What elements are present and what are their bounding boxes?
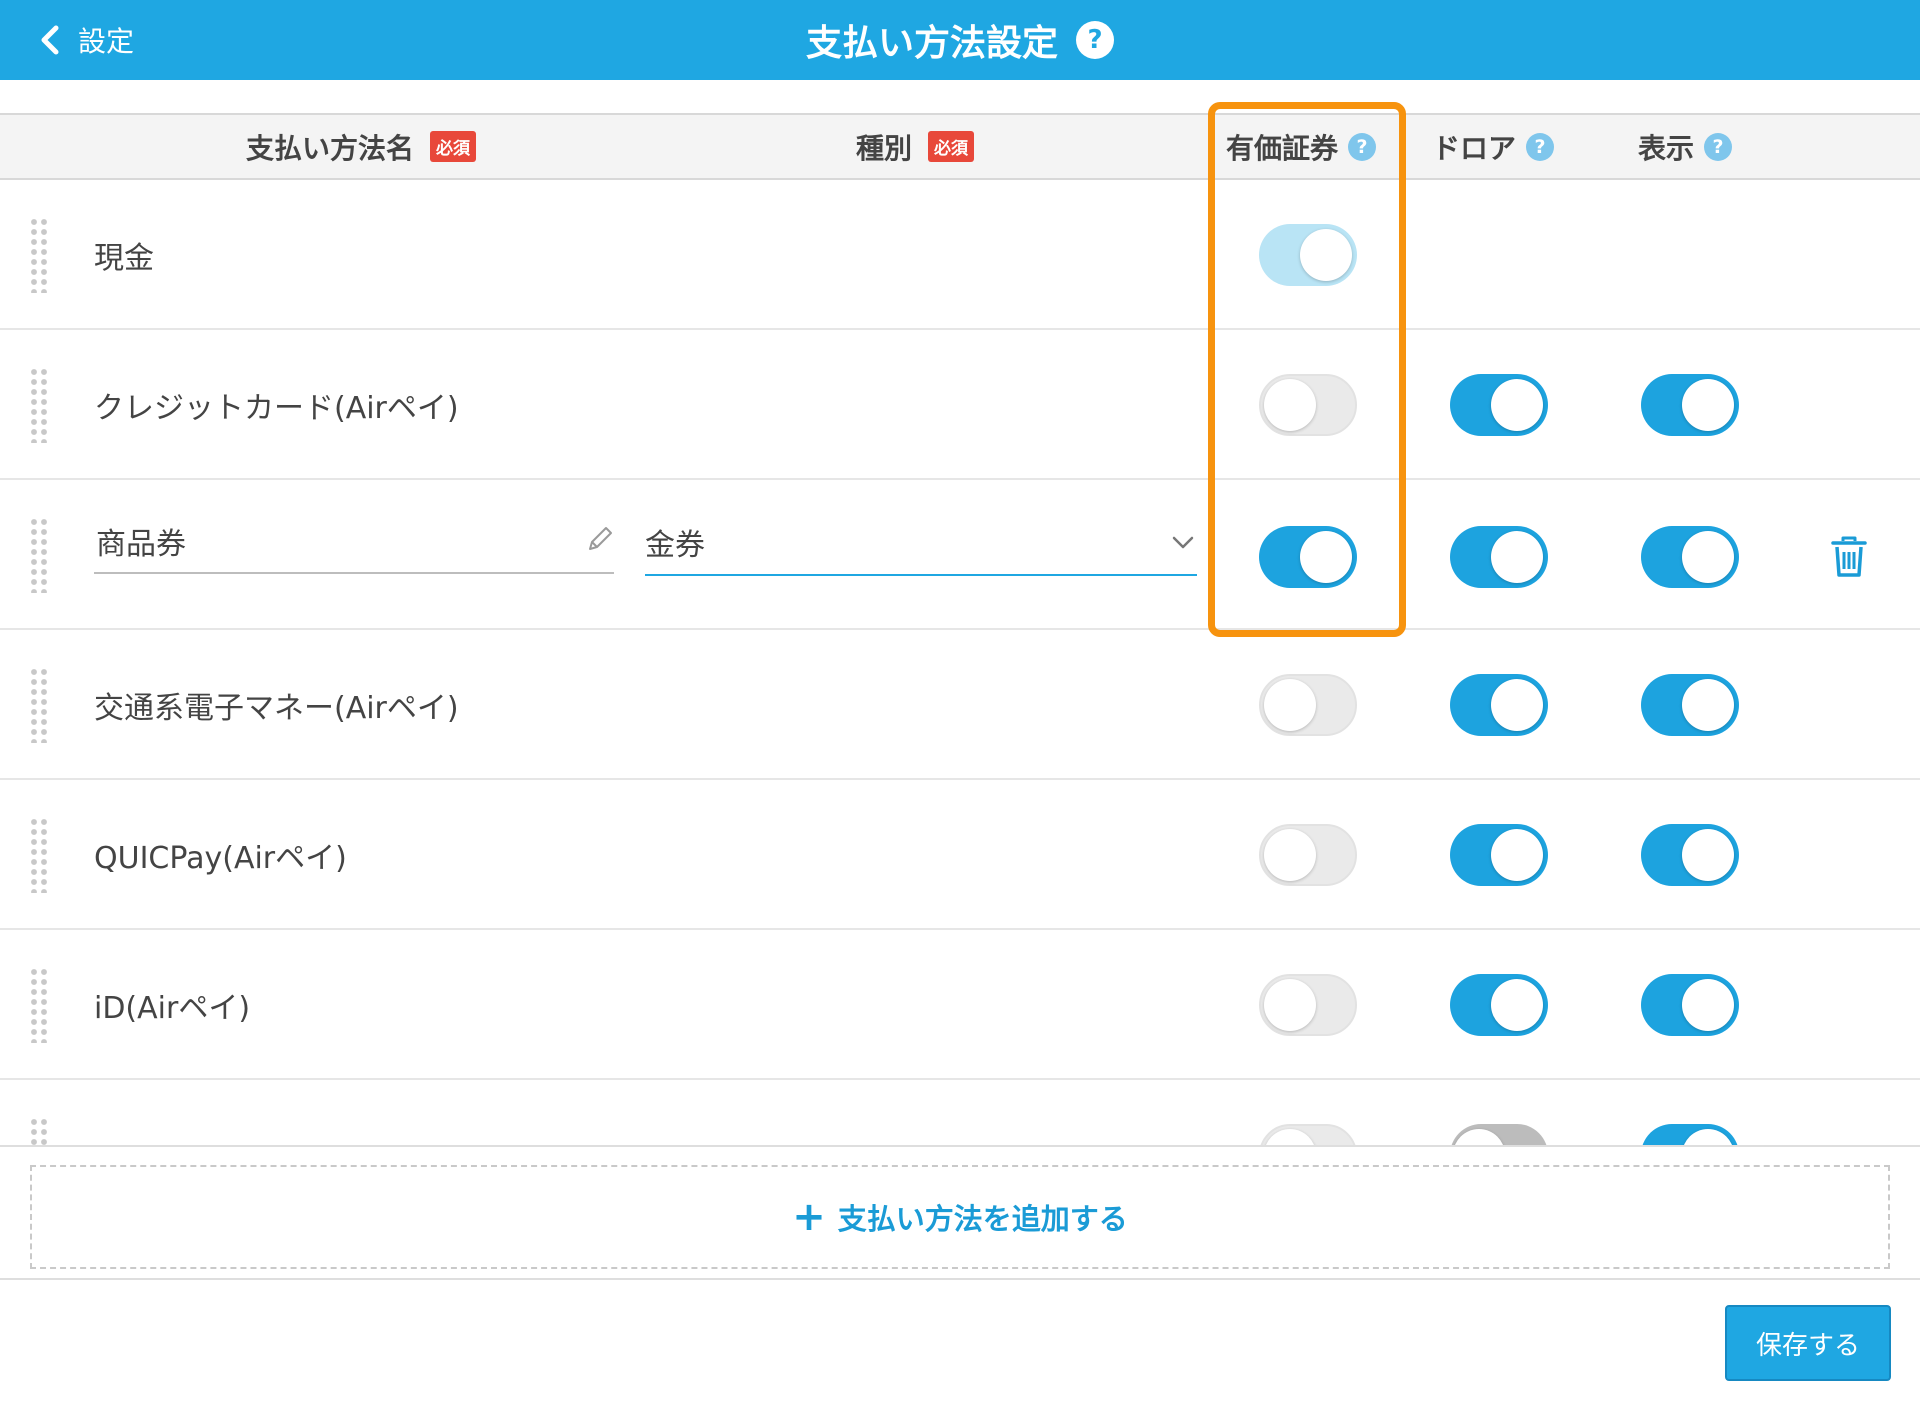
column-header-type: 種別 必須 bbox=[856, 115, 975, 178]
add-area: + 支払い方法を追加する bbox=[0, 1145, 1920, 1280]
list-item bbox=[0, 1080, 1920, 1145]
type-select-value: 金券 bbox=[645, 528, 705, 563]
payment-method-name: 交通系電子マネー(Airペイ) bbox=[94, 691, 459, 726]
plus-icon: + bbox=[792, 1194, 826, 1240]
payment-name-input[interactable]: 商品券 bbox=[94, 510, 614, 574]
drag-handle-icon[interactable] bbox=[29, 667, 49, 743]
page-title: 支払い方法設定 bbox=[805, 23, 1058, 64]
drawer-toggle[interactable] bbox=[1450, 526, 1548, 588]
payment-settings-screen: 設定 支払い方法設定 ? 支払い方法名 必須 種別 必須 有価証券 ? ドロア … bbox=[0, 0, 1920, 1402]
page-title-wrap: 支払い方法設定 ? bbox=[0, 0, 1920, 80]
column-header-drawer: ドロア ? bbox=[1432, 115, 1555, 178]
list-item: クレジットカード(Airペイ) bbox=[0, 330, 1920, 480]
display-toggle[interactable] bbox=[1641, 824, 1739, 886]
drawer-toggle[interactable] bbox=[1450, 374, 1548, 436]
column-display-label: 表示 bbox=[1638, 131, 1695, 165]
list-item: 交通系電子マネー(Airペイ) bbox=[0, 630, 1920, 780]
type-select[interactable]: 金券 bbox=[645, 510, 1197, 576]
help-icon[interactable]: ? bbox=[1526, 132, 1555, 161]
display-toggle[interactable] bbox=[1641, 674, 1739, 736]
list-item: 現金 bbox=[0, 180, 1920, 330]
column-type-label: 種別 bbox=[856, 131, 913, 165]
display-toggle[interactable] bbox=[1641, 526, 1739, 588]
list-item: 商品券 金券 bbox=[0, 480, 1920, 630]
column-name-label: 支払い方法名 bbox=[246, 131, 415, 165]
drag-handle-icon[interactable] bbox=[29, 1117, 49, 1145]
trash-icon[interactable] bbox=[1830, 535, 1868, 579]
payment-method-name: iD(Airペイ) bbox=[94, 991, 251, 1026]
drag-handle-icon[interactable] bbox=[29, 367, 49, 443]
securities-highlight-box bbox=[1208, 102, 1406, 637]
drag-handle-icon[interactable] bbox=[29, 817, 49, 893]
securities-toggle[interactable] bbox=[1259, 824, 1357, 886]
display-toggle[interactable] bbox=[1641, 374, 1739, 436]
securities-toggle[interactable] bbox=[1259, 1124, 1357, 1145]
help-icon[interactable]: ? bbox=[1076, 21, 1114, 59]
table-header: 支払い方法名 必須 種別 必須 有価証券 ? ドロア ? 表示 ? bbox=[0, 113, 1920, 180]
pencil-icon bbox=[589, 527, 612, 550]
drawer-toggle[interactable] bbox=[1450, 1124, 1548, 1145]
drawer-toggle[interactable] bbox=[1450, 674, 1548, 736]
column-drawer-label: ドロア bbox=[1432, 131, 1517, 165]
payment-method-name: 現金 bbox=[94, 241, 154, 276]
securities-toggle[interactable] bbox=[1259, 674, 1357, 736]
payment-method-list: 現金 クレジットカード(Airペイ) 商品券 金券 交通系電子マネー(Airペイ… bbox=[0, 180, 1920, 1145]
display-toggle[interactable] bbox=[1641, 974, 1739, 1036]
column-header-name: 支払い方法名 必須 bbox=[246, 115, 477, 178]
drawer-toggle[interactable] bbox=[1450, 974, 1548, 1036]
drag-handle-icon[interactable] bbox=[29, 967, 49, 1043]
drag-handle-icon[interactable] bbox=[29, 517, 49, 593]
required-badge: 必須 bbox=[928, 131, 975, 162]
list-item: QUICPay(Airペイ) bbox=[0, 780, 1920, 930]
display-toggle[interactable] bbox=[1641, 1124, 1739, 1145]
payment-method-name: クレジットカード(Airペイ) bbox=[94, 391, 459, 426]
chevron-down-icon bbox=[1172, 536, 1194, 549]
save-button[interactable]: 保存する bbox=[1725, 1305, 1891, 1381]
add-payment-method-label: 支払い方法を追加する bbox=[837, 1202, 1128, 1236]
list-item: iD(Airペイ) bbox=[0, 930, 1920, 1080]
help-icon[interactable]: ? bbox=[1704, 132, 1733, 161]
add-payment-method-button[interactable]: + 支払い方法を追加する bbox=[30, 1165, 1890, 1269]
required-badge: 必須 bbox=[430, 131, 477, 162]
drawer-toggle[interactable] bbox=[1450, 824, 1548, 886]
app-header: 設定 支払い方法設定 ? bbox=[0, 0, 1920, 80]
drag-handle-icon[interactable] bbox=[29, 217, 49, 293]
column-header-display: 表示 ? bbox=[1638, 115, 1733, 178]
payment-method-name: QUICPay(Airペイ) bbox=[94, 841, 347, 876]
securities-toggle[interactable] bbox=[1259, 974, 1357, 1036]
